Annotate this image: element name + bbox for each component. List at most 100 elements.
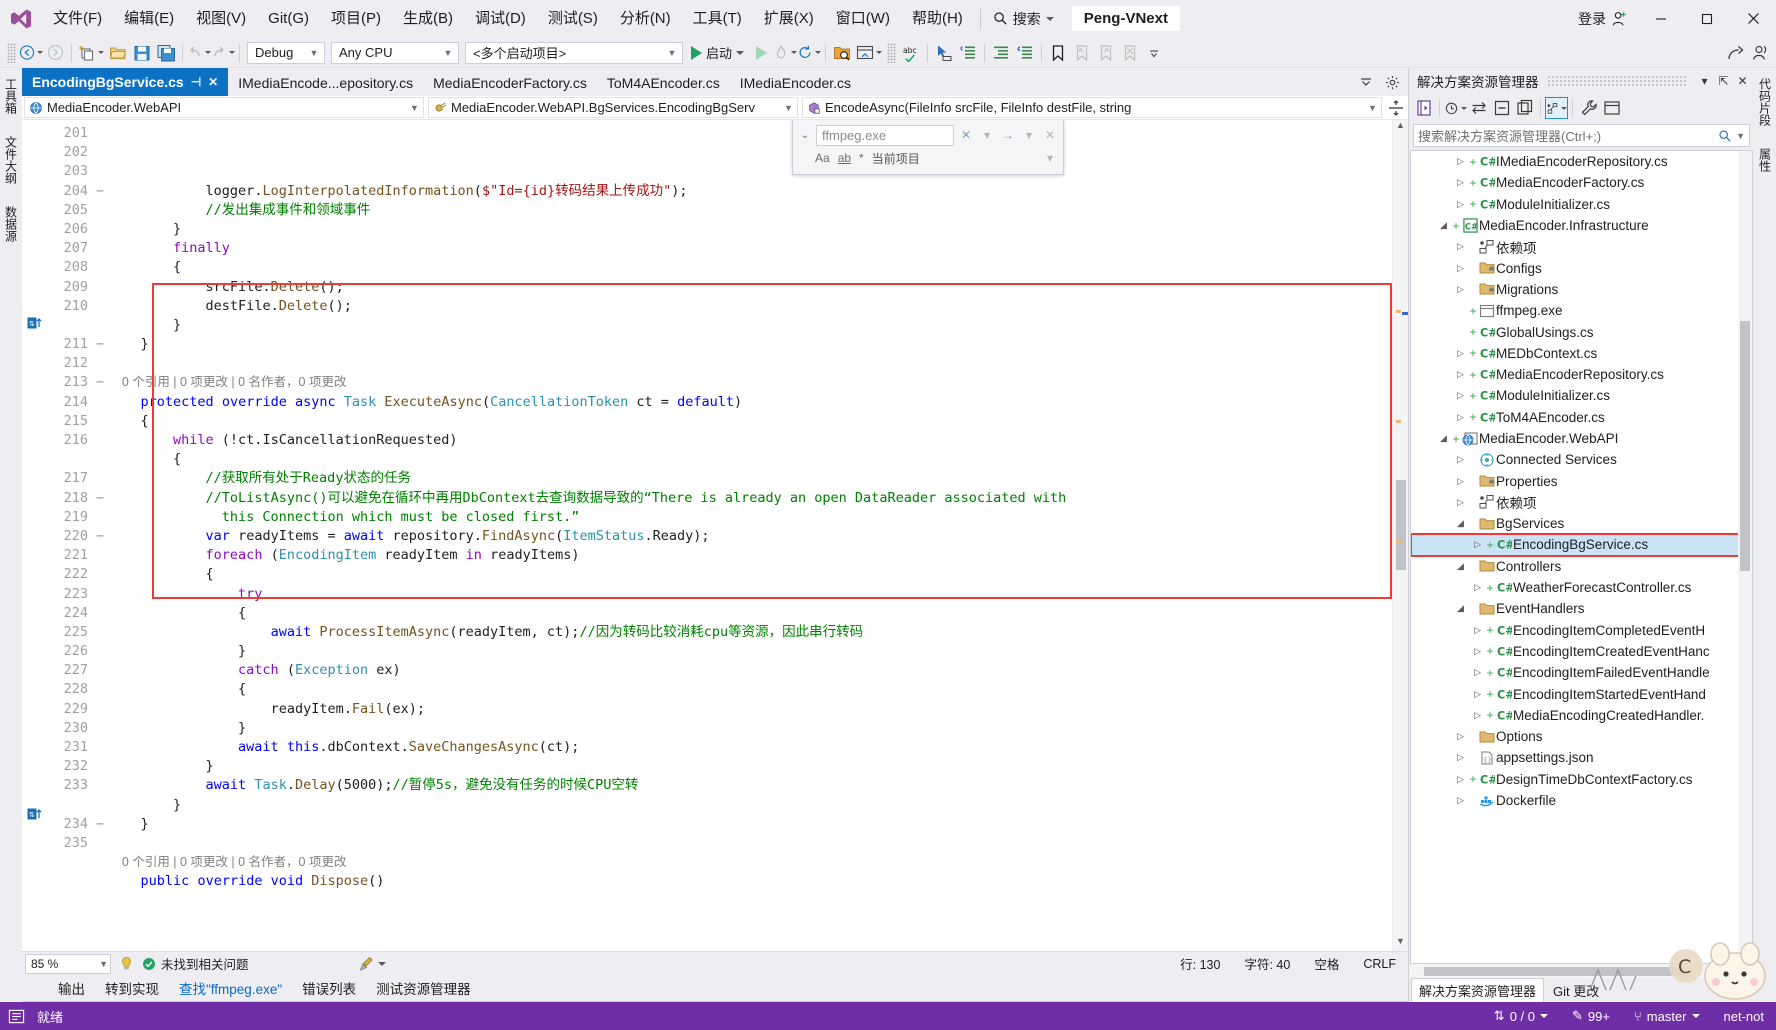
navbar-project-selector[interactable]: MediaEncoder.WebAPI ▼ <box>24 97 424 118</box>
editor-tab-imediaencoder[interactable]: IMediaEncoder.cs <box>729 70 862 96</box>
share-button[interactable] <box>1724 41 1748 65</box>
navbar-member-selector[interactable]: EncodeAsync(FileInfo srcFile, FileInfo d… <box>802 97 1382 118</box>
tree-item[interactable]: ▷+C#MEDbContext.cs <box>1411 343 1752 364</box>
code-text-area[interactable]: logger.LogInterpolatedInformation($"Id={… <box>108 120 1392 951</box>
restart-button[interactable] <box>797 41 822 65</box>
inheritance-glyph-icon[interactable]: ⇅ <box>27 317 43 333</box>
chevron-down-icon[interactable] <box>736 50 745 55</box>
tree-item[interactable]: ▷ Options <box>1411 726 1752 747</box>
collapsed-arrow-icon[interactable]: ▷ <box>1470 646 1485 657</box>
match-case-toggle[interactable]: Aa <box>815 151 830 165</box>
sidebar-item-toolbox[interactable]: 工具箱 <box>1 74 22 118</box>
collapsed-arrow-icon[interactable]: ▷ <box>1470 582 1485 593</box>
editor-vertical-scrollbar[interactable]: ▲ ▼ <box>1392 120 1408 951</box>
bottom-tab-output[interactable]: 输出 <box>48 976 95 1000</box>
navbar-type-selector[interactable]: MediaEncoder.WebAPI.BgServices.EncodingB… <box>428 97 798 118</box>
clear-bookmarks-button[interactable] <box>1118 41 1142 65</box>
tree-item[interactable]: ▷ Connected Services <box>1411 449 1752 470</box>
tree-item[interactable]: ▷ Dockerfile <box>1411 790 1752 811</box>
tree-item[interactable]: + ffmpeg.exe <box>1411 300 1752 321</box>
open-file-button[interactable] <box>106 41 130 65</box>
menu-item-build[interactable]: 生成(B) <box>392 0 464 38</box>
use-regex-toggle[interactable]: * <box>859 151 864 165</box>
find-input[interactable]: ffmpeg.exe <box>816 124 954 146</box>
sidebar-item-data-sources[interactable]: 数据源 <box>1 202 22 246</box>
collapsed-arrow-icon[interactable]: ▷ <box>1470 625 1485 636</box>
expanded-arrow-icon[interactable]: ◢ <box>1453 518 1468 529</box>
editor-tab-encodingbgservice[interactable]: EncodingBgService.cs ⊣ ✕ <box>22 68 229 96</box>
bottom-tab-go-to-implementation[interactable]: 转到实现 <box>95 976 169 1000</box>
spell-check-button[interactable]: abc <box>899 41 923 65</box>
sidebar-item-properties[interactable]: 属性 <box>1755 144 1776 176</box>
menu-item-analyze[interactable]: 分析(N) <box>609 0 682 38</box>
no-issues-status[interactable]: 未找到相关问题 <box>138 954 249 973</box>
collapsed-arrow-icon[interactable]: ▷ <box>1453 454 1468 465</box>
solution-platform-combo[interactable]: Any CPU ▼ <box>331 41 459 64</box>
sidebar-item-document-outline[interactable]: 文件大纲 <box>1 132 22 188</box>
status-branch[interactable]: ⑂ master <box>1622 1002 1712 1030</box>
tree-item[interactable]: ▷+C#MediaEncoderRepository.cs <box>1411 364 1752 385</box>
collapsed-arrow-icon[interactable]: ▷ <box>1453 774 1468 785</box>
fold-toggle[interactable]: − <box>92 489 108 508</box>
decrease-indent-button[interactable] <box>1013 41 1037 65</box>
layout-dropdown-icon[interactable] <box>876 51 883 54</box>
chevron-down-icon[interactable]: ▼ <box>665 48 679 58</box>
se-vertical-scrollbar[interactable] <box>1738 151 1752 963</box>
tree-item[interactable]: ▷+C#WeatherForecastController.cs <box>1411 577 1752 598</box>
manage-window-layout-button[interactable] <box>854 41 884 65</box>
panel-drag-handle[interactable] <box>1546 75 1687 87</box>
menu-item-window[interactable]: 窗口(W) <box>825 0 901 38</box>
tree-item-selected[interactable]: ▷+C#EncodingBgService.cs <box>1411 533 1752 557</box>
global-search[interactable]: 搜索 <box>987 5 1060 33</box>
code-cleanup-button[interactable] <box>359 956 386 972</box>
collapsed-arrow-icon[interactable]: ▷ <box>1453 199 1468 210</box>
status-repository[interactable]: net-not <box>1712 1002 1776 1030</box>
navigate-back-button[interactable] <box>19 41 43 65</box>
bottom-tab-test-explorer[interactable]: 测试资源管理器 <box>366 976 481 1000</box>
se-hscroll-thumb[interactable] <box>1424 966 1684 976</box>
collapsed-arrow-icon[interactable]: ▷ <box>1453 731 1468 742</box>
select-tool-button[interactable] <box>932 41 956 65</box>
menu-item-tools[interactable]: 工具(T) <box>682 0 753 38</box>
toolbar-grip-2[interactable] <box>887 42 897 63</box>
fold-toggle[interactable]: − <box>92 815 108 834</box>
code-editor[interactable]: ⇅ ⇅ 201 202 203 204 205 206 207 208 209 210 211 212… <box>22 120 1408 951</box>
editor-settings-button[interactable] <box>1380 71 1404 93</box>
editor-tab-tom4aencoder[interactable]: ToM4AEncoder.cs <box>596 70 730 96</box>
minimize-button[interactable] <box>1638 0 1684 38</box>
collapsed-arrow-icon[interactable]: ▷ <box>1453 476 1468 487</box>
sidebar-item-code-snippet[interactable]: 代码片段 <box>1755 74 1776 130</box>
collapsed-arrow-icon[interactable]: ▷ <box>1453 497 1468 508</box>
previous-bookmark-button[interactable] <box>1070 41 1094 65</box>
chevron-down-icon[interactable]: ▼ <box>408 103 421 113</box>
close-panel-icon[interactable]: ✕ <box>1733 74 1752 88</box>
chevron-down-icon[interactable]: ⌄ <box>797 130 813 141</box>
solution-configuration-combo[interactable]: Debug ▼ <box>247 41 325 64</box>
hot-reload-button[interactable] <box>773 41 798 65</box>
se-scrollbar-thumb[interactable] <box>1740 321 1750 571</box>
collapsed-arrow-icon[interactable]: ▷ <box>1453 795 1468 806</box>
menu-item-extensions[interactable]: 扩展(X) <box>753 0 825 38</box>
save-all-button[interactable] <box>154 41 178 65</box>
fold-toggle[interactable]: − <box>92 373 108 392</box>
search-options-dropdown-icon[interactable]: ▼ <box>1736 131 1745 141</box>
inheritance-glyph-icon-2[interactable]: ⇅ <box>27 808 43 824</box>
code-folding-margin[interactable]: − − − − − − <box>92 120 108 951</box>
menu-item-help[interactable]: 帮助(H) <box>901 0 974 38</box>
increase-indent-button[interactable] <box>989 41 1013 65</box>
tree-item[interactable]: ▷ 依赖项 <box>1411 492 1752 513</box>
status-unsaved-changes[interactable]: ✎ 99+ <box>1560 1002 1622 1030</box>
tree-item[interactable]: ▷+C#EncodingItemFailedEventHandle <box>1411 662 1752 683</box>
undo-button[interactable] <box>187 41 211 65</box>
bottom-tab-error-list[interactable]: 错误列表 <box>292 976 366 1000</box>
collapsed-arrow-icon[interactable]: ▷ <box>1453 177 1468 188</box>
chevron-down-icon[interactable]: ▼ <box>99 959 108 969</box>
match-whole-word-toggle[interactable]: ab <box>838 151 851 165</box>
chevron-down-icon[interactable] <box>1540 1014 1548 1018</box>
menu-item-file[interactable]: 文件(F) <box>42 0 113 38</box>
bottom-tab-find-results[interactable]: 查找"ffmpeg.exe" <box>169 976 292 1000</box>
menu-item-edit[interactable]: 编辑(E) <box>113 0 185 38</box>
fold-toggle[interactable]: − <box>92 335 108 354</box>
find-prev-dropdown-icon[interactable]: ▾ <box>1020 128 1038 142</box>
quick-find-popup[interactable]: ⌄ ffmpeg.exe ✕ ▾ → ▾ ✕ Aa ab * 当前项目 ▾ <box>792 120 1064 175</box>
